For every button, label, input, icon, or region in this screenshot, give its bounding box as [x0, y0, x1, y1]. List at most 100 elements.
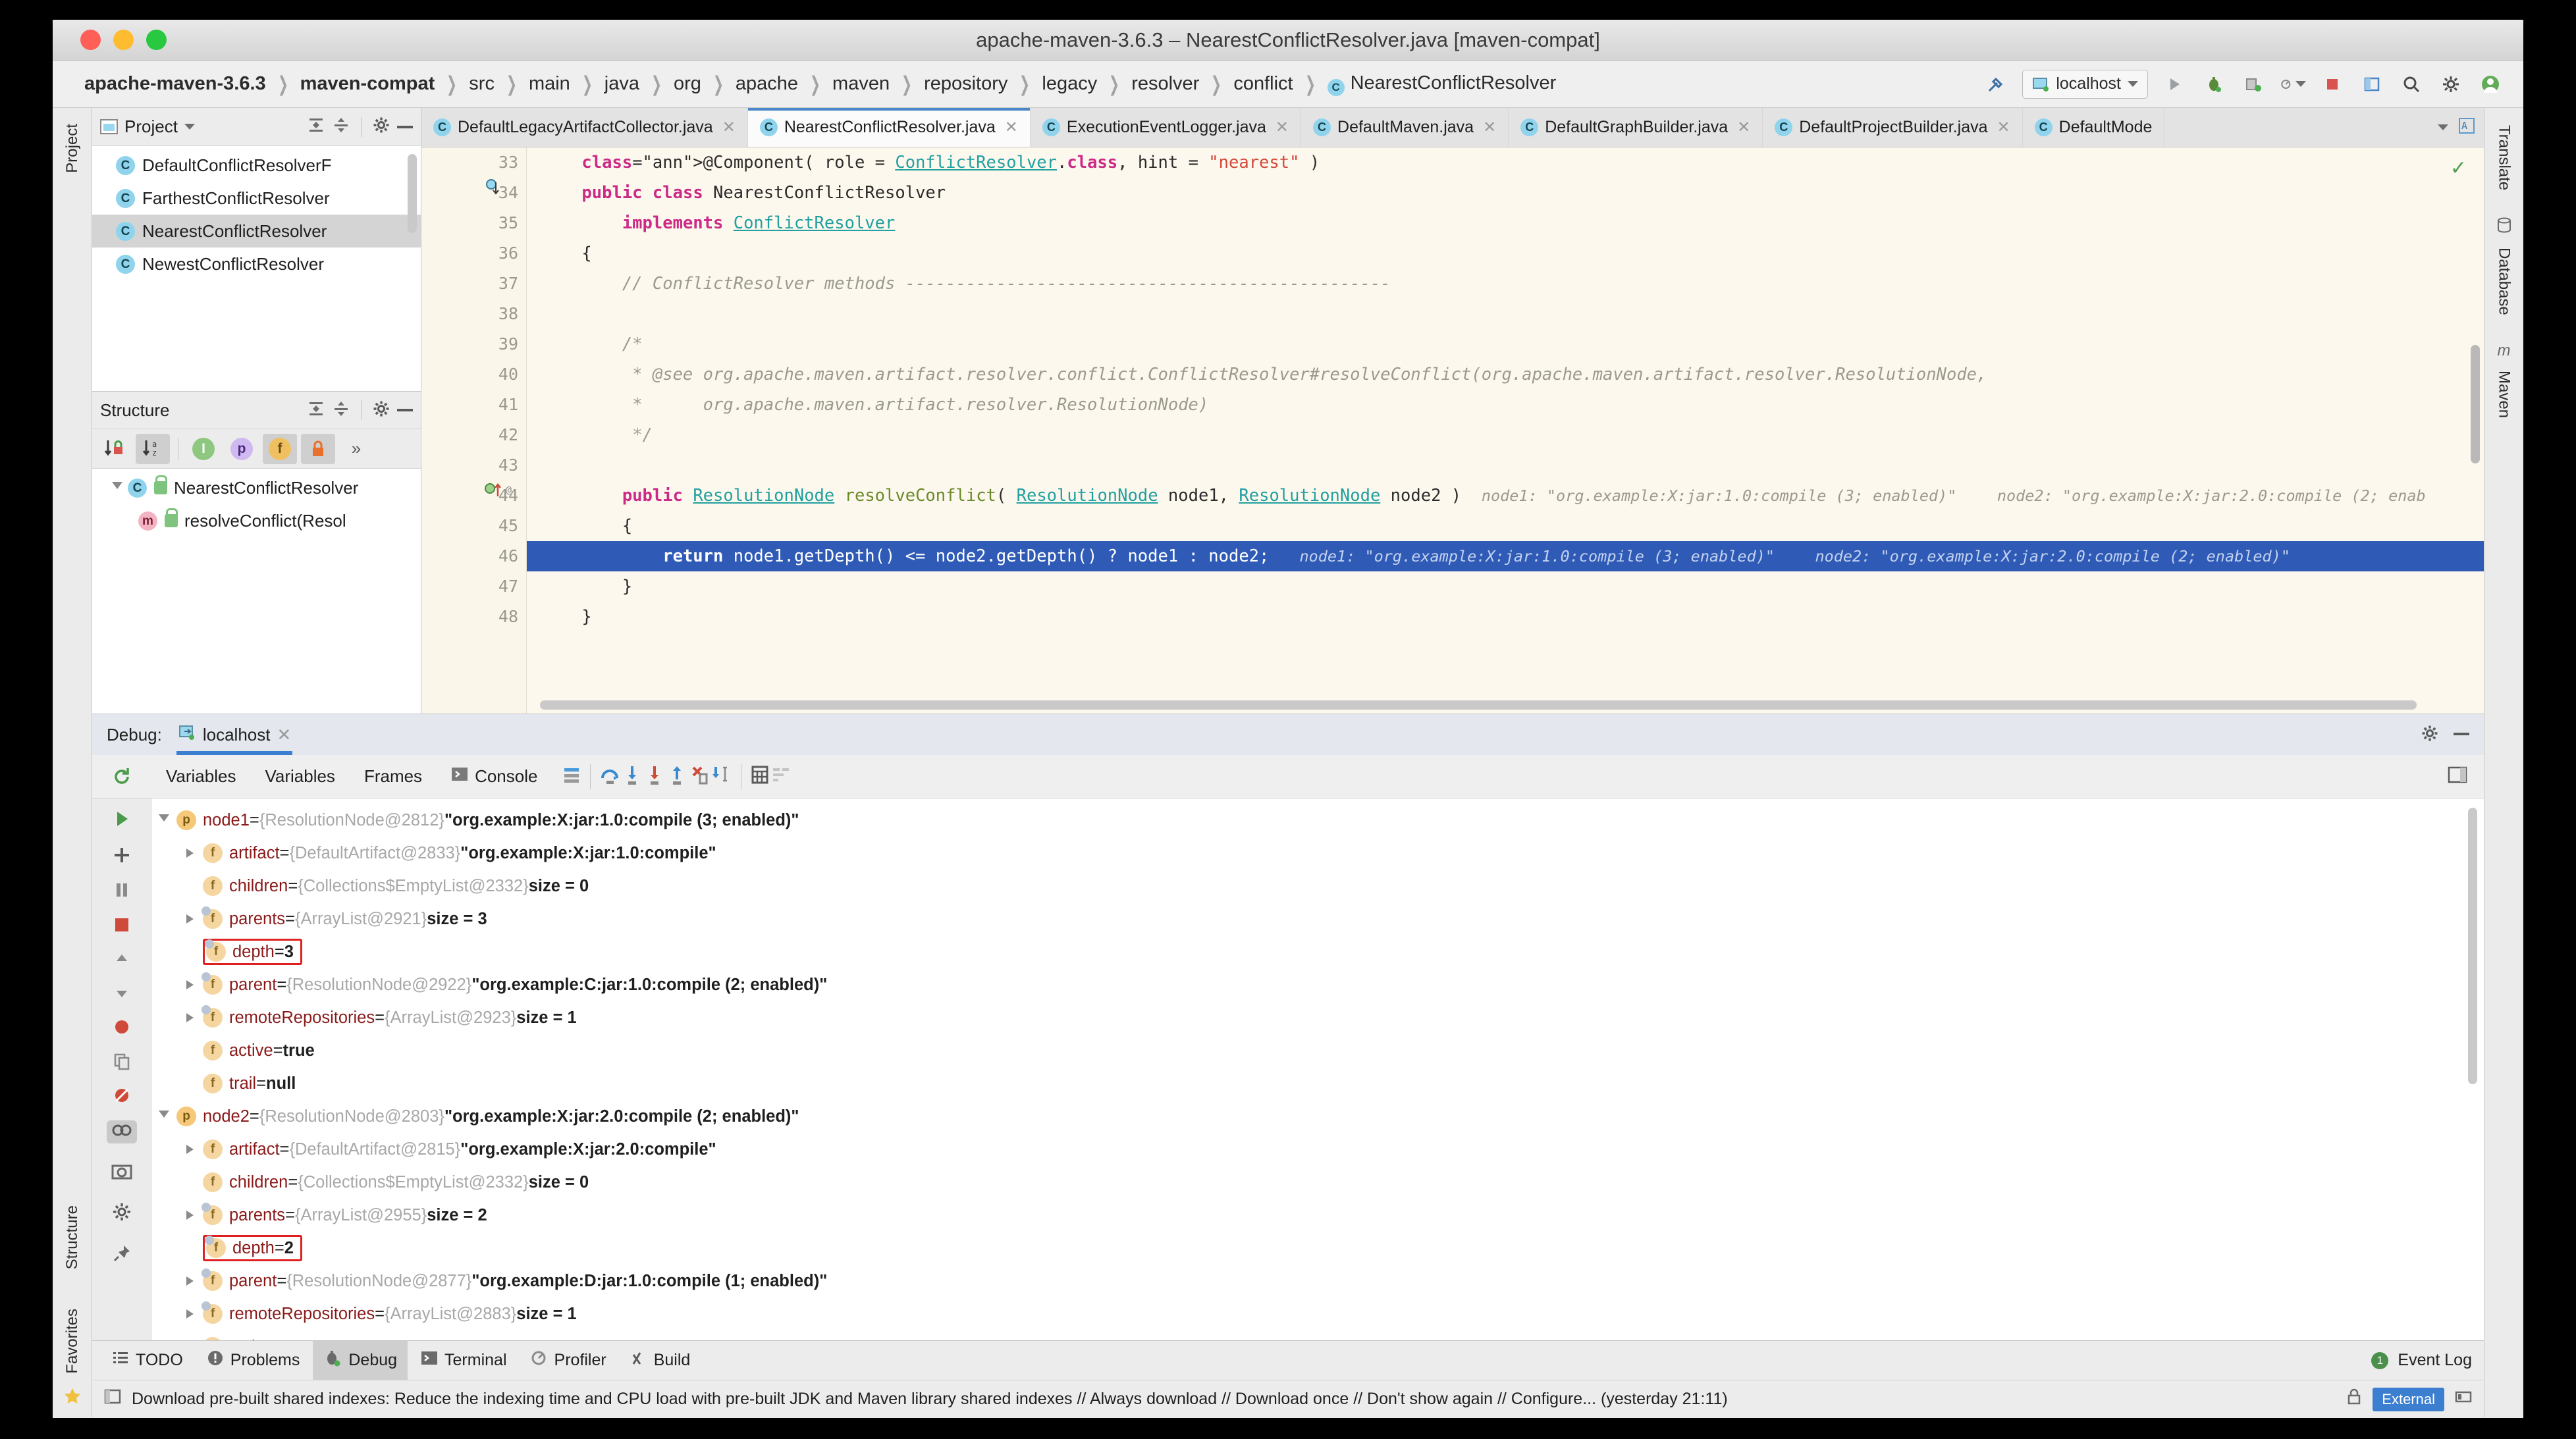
- variable-row[interactable]: f parents = {ArrayList@2921} size = 3: [151, 903, 2484, 935]
- hide-panel-icon[interactable]: [397, 409, 413, 411]
- sort-by-visibility-icon[interactable]: [97, 434, 132, 464]
- layout-settings-icon[interactable]: [2447, 764, 2484, 789]
- close-tab-icon[interactable]: ✕: [1005, 118, 1018, 137]
- code-line[interactable]: class="ann">@Component( role = ConflictR…: [527, 147, 2484, 178]
- show-properties-icon[interactable]: p: [225, 434, 259, 464]
- event-log-label[interactable]: Event Log: [2398, 1351, 2472, 1370]
- breadcrumb-item-apache-maven-3-6-3[interactable]: apache-maven-3.6.3: [84, 73, 266, 95]
- settings-side-icon[interactable]: [112, 1202, 132, 1225]
- debug-tab-console[interactable]: Console: [437, 766, 552, 787]
- code-line[interactable]: public ResolutionNode resolveConflict( R…: [527, 481, 2484, 511]
- step-into-icon[interactable]: [621, 764, 643, 789]
- line-number[interactable]: 38: [421, 299, 526, 329]
- structure-tree-item[interactable]: C NearestConflictResolver: [92, 471, 421, 504]
- line-number[interactable]: 37: [421, 269, 526, 299]
- code-line[interactable]: {: [527, 238, 2484, 269]
- debug-session-tab[interactable]: localhost ✕: [171, 714, 298, 755]
- line-number[interactable]: 48: [421, 602, 526, 632]
- status-message[interactable]: Download pre-built shared indexes: Reduc…: [132, 1390, 1728, 1409]
- chevron-right-icon[interactable]: [183, 1211, 203, 1220]
- code-line[interactable]: [527, 450, 2484, 481]
- collapse-all-icon[interactable]: [332, 400, 350, 421]
- debug-tab-variables-2[interactable]: Variables: [250, 766, 349, 787]
- show-inherited-icon[interactable]: I: [186, 434, 221, 464]
- copy-icon[interactable]: [113, 1052, 131, 1074]
- translate-icon[interactable]: A: [2457, 117, 2476, 138]
- chevron-down-icon[interactable]: [2128, 81, 2138, 87]
- variable-row[interactable]: f parent = {ResolutionNode@2922} "org.exa…: [151, 968, 2484, 1001]
- chevron-right-icon[interactable]: [183, 849, 203, 858]
- editor-vertical-scrollbar[interactable]: [2471, 345, 2480, 463]
- tool-window-button-build[interactable]: Build: [620, 1341, 701, 1380]
- hide-panel-icon[interactable]: [2454, 732, 2469, 735]
- project-tree-item[interactable]: C FarthestConflictResolver: [92, 182, 421, 215]
- breadcrumb-item-src[interactable]: src: [469, 73, 495, 95]
- line-number[interactable]: 47: [421, 571, 526, 602]
- pin-icon[interactable]: [112, 1243, 132, 1267]
- run-to-cursor-icon[interactable]: [711, 764, 733, 789]
- status-menu-icon[interactable]: [104, 1388, 121, 1410]
- close-tab-icon[interactable]: ✕: [1737, 118, 1750, 137]
- project-tree-item[interactable]: C NewestConflictResolver: [92, 248, 421, 280]
- hammer-icon[interactable]: [1983, 71, 2009, 97]
- hide-panel-icon[interactable]: [397, 125, 413, 128]
- profile-icon[interactable]: [2280, 71, 2306, 97]
- tool-window-button-problems[interactable]: Problems: [196, 1341, 311, 1380]
- breadcrumb-item-java[interactable]: java: [604, 73, 639, 95]
- show-non-public-icon[interactable]: [301, 433, 335, 464]
- show-fields-icon[interactable]: f: [263, 433, 297, 464]
- variable-row[interactable]: f trail = null: [151, 1067, 2484, 1100]
- move-down-icon[interactable]: [113, 983, 131, 1005]
- variable-row[interactable]: f parent = {ResolutionNode@2877} "org.exa…: [151, 1265, 2484, 1297]
- editor-tab[interactable]: C DefaultLegacyArtifactCollector.java ✕: [421, 108, 748, 147]
- chevron-right-icon[interactable]: [183, 1013, 203, 1022]
- move-up-icon[interactable]: [113, 950, 131, 972]
- variable-row[interactable]: f artifact = {DefaultArtifact@2815} "org.…: [151, 1133, 2484, 1166]
- variable-row[interactable]: f depth = 3: [151, 935, 2484, 968]
- editor-tab-overflow[interactable]: A: [2430, 108, 2484, 147]
- resume-program-icon[interactable]: [111, 808, 133, 833]
- add-watch-icon[interactable]: [112, 845, 132, 868]
- code-line[interactable]: * org.apache.maven.artifact.resolver.Res…: [527, 390, 2484, 420]
- line-number[interactable]: 34: [421, 178, 526, 208]
- debug-tab-frames[interactable]: Frames: [350, 766, 437, 787]
- line-number[interactable]: 46: [421, 541, 526, 571]
- code-content[interactable]: class="ann">@Component( role = ConflictR…: [527, 147, 2484, 714]
- breadcrumb-item-nearestconflictresolver[interactable]: C NearestConflictResolver: [1327, 72, 1556, 96]
- step-over-icon[interactable]: [599, 764, 621, 789]
- rail-item-structure[interactable]: Structure: [63, 1199, 82, 1276]
- variable-row[interactable]: p node2 = {ResolutionNode@2803} "org.exam…: [151, 1100, 2484, 1133]
- tool-window-button-terminal[interactable]: Terminal: [410, 1341, 517, 1380]
- variable-row[interactable]: f artifact = {DefaultArtifact@2833} "org.…: [151, 837, 2484, 870]
- line-number[interactable]: 40: [421, 359, 526, 390]
- line-number[interactable]: 45: [421, 511, 526, 541]
- variable-row[interactable]: factive = true: [151, 1034, 2484, 1067]
- breadcrumb-item-legacy[interactable]: legacy: [1042, 73, 1097, 95]
- chevron-down-icon[interactable]: [2438, 124, 2448, 130]
- breadcrumb[interactable]: apache-maven-3.6.3 ❯ maven-compat ❯ src ❯ main…: [84, 72, 1556, 96]
- camera-icon[interactable]: [111, 1162, 132, 1184]
- run-icon[interactable]: [2161, 71, 2187, 97]
- sort-alphabetically-icon[interactable]: az: [136, 433, 170, 464]
- code-line[interactable]: public class NearestConflictResolver: [527, 178, 2484, 208]
- breadcrumb-item-apache[interactable]: apache: [736, 73, 798, 95]
- coverage-icon[interactable]: [2240, 71, 2267, 97]
- code-line[interactable]: {: [527, 511, 2484, 541]
- line-number[interactable]: 39: [421, 329, 526, 359]
- line-number[interactable]: 35: [421, 208, 526, 238]
- expand-all-icon[interactable]: [307, 400, 325, 421]
- line-number[interactable]: 33: [421, 147, 526, 178]
- drop-frame-icon[interactable]: [688, 764, 711, 789]
- editor-tab[interactable]: C NearestConflictResolver.java ✕: [747, 108, 1031, 147]
- code-line[interactable]: implements ConflictResolver: [527, 208, 2484, 238]
- line-number[interactable]: 44 @: [421, 481, 526, 511]
- line-number[interactable]: 42: [421, 420, 526, 450]
- gear-icon[interactable]: [372, 116, 390, 138]
- breadcrumb-item-maven-compat[interactable]: maven-compat: [300, 73, 435, 95]
- editor-tab[interactable]: C DefaultProjectBuilder.java ✕: [1763, 108, 2023, 147]
- structure-tree-item[interactable]: m resolveConflict(Resol: [92, 504, 421, 537]
- project-tree-item[interactable]: C NearestConflictResolver: [92, 215, 421, 248]
- breadcrumb-item-maven[interactable]: maven: [832, 73, 890, 95]
- stop-icon[interactable]: [2319, 71, 2346, 97]
- rail-item-database[interactable]: Database: [2495, 241, 2513, 322]
